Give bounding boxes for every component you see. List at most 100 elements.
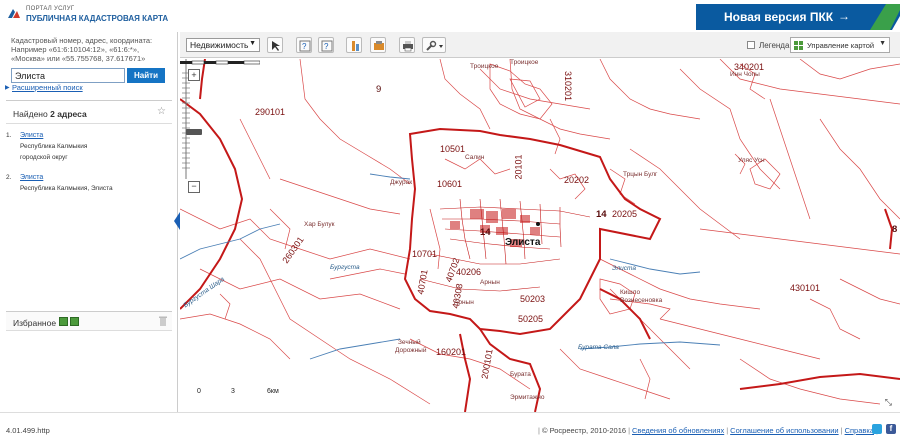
- place-label: Хар Булук: [304, 221, 335, 228]
- found-count: 2 адреса: [50, 109, 87, 119]
- zoom-out-button[interactable]: −: [188, 181, 200, 193]
- triangle-right-icon: ▶: [5, 85, 10, 91]
- city-marker-icon[interactable]: [536, 222, 540, 226]
- caret-down-icon: ▼: [879, 40, 886, 47]
- trash-icon[interactable]: [159, 316, 167, 326]
- svg-text:?: ?: [324, 42, 329, 51]
- place-label: Джурак: [390, 179, 413, 186]
- search-hint: Кадастровый номер, адрес, координата: На…: [11, 36, 153, 63]
- info-tool-button[interactable]: ?: [318, 37, 334, 53]
- place-label: Трцын Булг: [623, 171, 658, 178]
- map-control-dropdown[interactable]: Управление картой ▼: [790, 37, 890, 53]
- quarter-label: 10501: [440, 144, 466, 154]
- tools-menu-button[interactable]: [422, 37, 446, 53]
- sidebar: Кадастровый номер, адрес, координата: На…: [0, 32, 180, 412]
- quarter-label: 20202: [564, 175, 590, 185]
- layer-select-value: Недвижимость: [190, 40, 249, 50]
- results-header: Найдено 2 адреса ☆: [6, 100, 172, 124]
- new-version-button[interactable]: Новая версия ПКК →: [696, 4, 900, 30]
- result-number: 1.: [6, 132, 12, 139]
- version-label: 4.01.499.http: [6, 426, 50, 435]
- legend-label[interactable]: Легенда: [759, 41, 789, 50]
- place-label: Инн Чопы: [730, 71, 760, 78]
- logo-title[interactable]: ПУБЛИЧНАЯ КАДАСТРОВАЯ КАРТА: [26, 14, 168, 23]
- print-area-icon: [374, 41, 384, 50]
- twitter-icon[interactable]: [872, 424, 882, 434]
- favorites-export-icons: [59, 317, 81, 328]
- layer-select[interactable]: Недвижимость ▼: [186, 38, 260, 52]
- facebook-icon[interactable]: f: [886, 424, 896, 434]
- cursor-icon: [272, 41, 280, 51]
- footer-links: | © Росреестр, 2010-2016 | Сведения об обно…: [538, 426, 878, 435]
- search-area-tool-button[interactable]: ?: [296, 37, 312, 53]
- place-label: Салин: [465, 154, 485, 161]
- wrench-icon: [426, 40, 443, 51]
- updates-link[interactable]: Сведения об обновлениях: [632, 426, 724, 435]
- help-link[interactable]: Справка: [845, 426, 874, 435]
- scale-zero: 0: [197, 388, 201, 395]
- search-button[interactable]: Найти: [127, 68, 165, 83]
- result-item: 2. Элиста Республика Калмыкия, Элиста: [6, 172, 170, 194]
- quarter-label: 290101: [255, 107, 286, 117]
- quarter-label: 8: [892, 224, 898, 235]
- search-input[interactable]: [11, 68, 125, 83]
- excel-import-icon[interactable]: [70, 317, 79, 326]
- river-label: Элиста: [612, 265, 636, 272]
- quarter-label: 10601: [437, 179, 463, 189]
- scale-end: 6км: [267, 388, 279, 395]
- map-layer-parcels: [180, 59, 900, 412]
- place-label: Кишло: [620, 289, 641, 296]
- result-title-link[interactable]: Элиста: [20, 132, 43, 139]
- measure-tool-button[interactable]: [346, 37, 362, 53]
- identify-tool-button[interactable]: [267, 37, 283, 53]
- print-button[interactable]: [399, 37, 415, 53]
- result-title-link[interactable]: Элиста: [20, 174, 43, 181]
- map-control-label: Управление картой: [807, 41, 875, 50]
- place-label: Уляс Усн: [738, 157, 765, 164]
- quarter-label: 9: [376, 84, 382, 95]
- resize-icon[interactable]: ⤡: [885, 397, 892, 408]
- place-label: Дорожный: [395, 347, 427, 354]
- result-item: 1. Элиста Республика Калмыкия городской …: [6, 130, 170, 163]
- results-count: Найдено 2 адреса: [13, 109, 87, 119]
- info-icon: ?: [321, 40, 333, 52]
- quarter-label: 14: [596, 209, 607, 220]
- place-label: Бурата: [510, 371, 531, 378]
- scale-mid: 3: [231, 388, 235, 395]
- ruler-icon: [352, 41, 359, 51]
- place-label: Арнын: [454, 299, 474, 306]
- result-number: 2.: [6, 174, 12, 181]
- result-line1: Республика Калмыкия, Элиста: [20, 185, 113, 192]
- quarter-label: 50205: [518, 314, 544, 324]
- query-icon: ?: [299, 40, 311, 52]
- quarter-label: 20205: [612, 209, 638, 219]
- quarter-label: 40206: [456, 267, 482, 277]
- quarter-label: 14: [480, 227, 491, 238]
- svg-text:?: ?: [302, 42, 307, 51]
- advanced-search-link[interactable]: Расширенный поиск: [12, 83, 83, 92]
- river-label: Бургуста: [330, 264, 360, 271]
- copyright: © Росреестр, 2010-2016: [541, 426, 627, 435]
- river-label: Бурата Сала: [578, 344, 619, 351]
- found-prefix: Найдено: [13, 109, 48, 119]
- print-area-tool-button[interactable]: [370, 37, 386, 53]
- favorites-label: Избранное: [13, 318, 57, 328]
- place-label: Эрмитажно: [510, 394, 545, 401]
- decorative-stripes-icon: [870, 4, 900, 30]
- result-line2: городской округ: [20, 154, 68, 161]
- star-icon[interactable]: ☆: [157, 106, 166, 117]
- zoom-slider-handle[interactable]: [186, 129, 202, 135]
- cadastral-map[interactable]: 9 290101 10501 10601 10701 20101 20202 2…: [180, 59, 900, 412]
- layers-grid-icon: [794, 41, 803, 50]
- legend-checkbox[interactable]: [747, 41, 755, 49]
- place-label: Зечный: [398, 339, 421, 346]
- city-label[interactable]: Элиста: [505, 237, 540, 248]
- portal-logo-icon[interactable]: [6, 6, 22, 22]
- arrow-right-icon: →: [838, 9, 850, 23]
- terms-link[interactable]: Соглашение об использовании: [730, 426, 838, 435]
- place-label: Троицкое: [470, 63, 499, 70]
- place-label: Арнын: [480, 279, 500, 286]
- map-toolbar: Недвижимость ▼ ? ? Легенда Управление ка…: [180, 32, 900, 58]
- excel-export-icon[interactable]: [59, 317, 68, 326]
- quarter-label: 430101: [790, 283, 821, 293]
